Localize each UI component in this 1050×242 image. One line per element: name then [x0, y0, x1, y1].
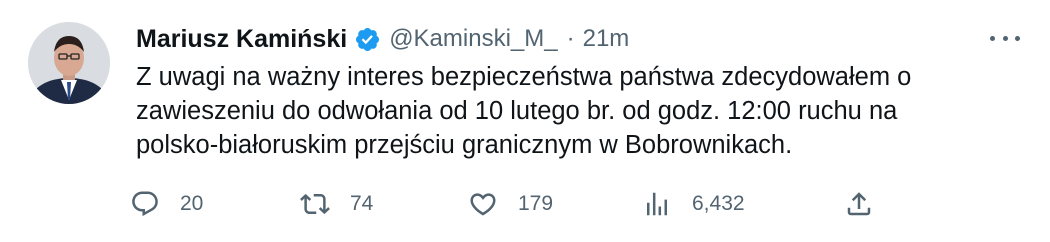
retweet-icon [300, 193, 330, 215]
views-button[interactable]: 6,432 [642, 184, 745, 224]
tweet-text: Z uwagi na ważny interes bezpieczeństwa … [136, 60, 1016, 162]
tweet-text-line: polsko-białoruskim przejściu granicznym … [136, 131, 793, 159]
tweet-header: Mariusz Kamiński @Kaminski_M_ · 21m [136, 22, 629, 56]
retweet-button[interactable]: 74 [300, 184, 373, 224]
reply-icon [132, 191, 158, 217]
share-icon [847, 192, 871, 216]
tweet-text-line: zawieszeniu do odwołania od 10 lutego br… [136, 97, 898, 125]
separator-dot: · [566, 25, 575, 52]
views-chart-icon [647, 192, 667, 216]
tweet-timestamp[interactable]: 21m [583, 25, 630, 53]
like-button[interactable]: 179 [468, 184, 553, 224]
like-count: 179 [518, 192, 554, 215]
author-handle[interactable]: @Kaminski_M_ [389, 25, 557, 53]
reply-button[interactable]: 20 [130, 184, 203, 224]
action-bar: 20 74 179 6,432 [130, 184, 890, 224]
retweet-count: 74 [350, 192, 374, 215]
tweet-card[interactable]: Mariusz Kamiński @Kaminski_M_ · 21m Z uw… [0, 0, 1050, 242]
verified-badge-icon[interactable] [354, 26, 381, 53]
heart-icon [470, 193, 496, 216]
share-button[interactable] [844, 184, 874, 224]
reply-count: 20 [180, 192, 204, 215]
more-dots-icon[interactable] [990, 28, 1020, 48]
author-name[interactable]: Mariusz Kamiński [136, 25, 347, 54]
tweet-text-line: Z uwagi na ważny interes bezpieczeństwa … [136, 63, 912, 91]
avatar[interactable] [28, 22, 110, 104]
views-count: 6,432 [692, 192, 745, 215]
